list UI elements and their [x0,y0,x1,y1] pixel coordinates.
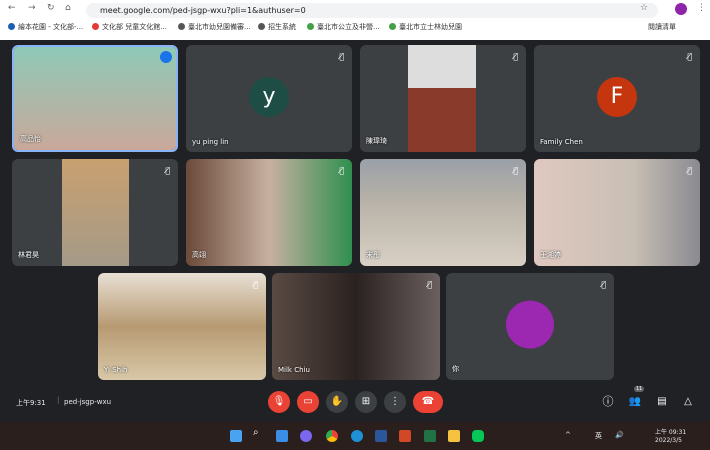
mic-off-icon: 🎙̸ [253,280,258,289]
search-icon[interactable]: ⌕ [253,427,265,439]
edge-icon[interactable] [351,430,363,442]
task-view-icon[interactable] [276,430,288,442]
camera-toggle-button[interactable]: ▭ [297,391,319,413]
word-icon[interactable] [375,430,387,442]
mic-off-icon: 🎙̸ [513,166,518,175]
bookmark-item[interactable]: 繪本花園 - 文化部-... [8,22,83,32]
reload-icon[interactable]: ↻ [47,3,55,13]
more-options-button[interactable]: ⋮ [384,391,406,413]
mic-off-icon: 🎙̸ [513,52,518,61]
teams-chat-icon[interactable] [300,430,312,442]
ime-indicator[interactable]: 英 [595,431,602,441]
mic-off-icon: 🎙̸ [427,280,432,289]
participant-count: 11 [634,386,645,392]
participant-tile[interactable]: 🎙̸ 宋彤 [360,159,526,266]
volume-icon[interactable]: 🔊 [615,431,624,439]
menu-icon[interactable]: ⋮ [697,3,706,13]
participant-tile[interactable]: F 🎙̸ Family Chen [534,45,700,152]
participant-tile[interactable]: 🎙̸ 陳瑋琦 [360,45,526,152]
taskbar: ⌕ ^ 英 🔊 上午 09:31 2022/3/5 [0,422,710,450]
clock-date[interactable]: 2022/3/5 [655,437,682,444]
speaking-icon [160,51,172,63]
bookmark-item[interactable]: 文化部 兒童文化館... [92,22,167,32]
file-explorer-icon[interactable] [448,430,460,442]
powerpoint-icon[interactable] [399,430,411,442]
meeting-time: 上午9:31 [16,399,46,407]
bookmark-star-icon[interactable]: ☆ [640,3,648,13]
mic-off-icon: 🎙̸ [687,52,692,61]
meeting-code: ped-jsgp-wxu [64,398,112,406]
mic-off-icon: 🎙̸ [165,166,170,175]
address-bar[interactable]: meet.google.com/ped-jsgp-wxu?pli=1&authu… [86,3,658,18]
bookmark-item[interactable]: 招生系統 [258,22,296,32]
forward-icon[interactable]: → [28,3,36,13]
avatar [506,300,554,349]
back-icon[interactable]: ← [8,3,16,13]
mic-off-icon: 🎙̸ [687,166,692,175]
profile-avatar[interactable] [675,3,687,15]
participant-tile[interactable]: 🎙̸ 高翊 [186,159,352,266]
excel-icon[interactable] [424,430,436,442]
reading-list[interactable]: 閱讀清單 [648,22,676,32]
home-icon[interactable]: ⌂ [65,3,71,13]
participant-tile[interactable]: 🎙̸ Yi Shih [98,273,266,380]
chat-icon[interactable]: ▤ [651,391,673,413]
tray-chevron-icon[interactable]: ^ [565,431,571,439]
mic-off-icon: 🎙̸ [339,166,344,175]
mic-off-icon: 🎙̸ [339,52,344,61]
mic-toggle-button[interactable]: 🎙 [268,391,290,413]
avatar: y [249,76,289,117]
line-icon[interactable] [472,430,484,442]
browser-chrome: ← → ↻ ⌂ meet.google.com/ped-jsgp-wxu?pli… [0,0,710,40]
self-tile[interactable]: 🎙̸ 你 [446,273,614,380]
participant-tile[interactable]: y 🎙̸ yu ping lin [186,45,352,152]
participant-tile[interactable]: 🎙̸ 林君昊 [12,159,178,266]
mic-off-icon: 🎙̸ [601,280,606,289]
people-icon[interactable]: 👥 [624,391,646,413]
end-call-button[interactable]: ☎ [413,391,443,413]
raise-hand-button[interactable]: ✋ [326,391,348,413]
clock-time[interactable]: 上午 09:31 [655,427,686,436]
avatar: F [597,76,637,117]
chrome-icon[interactable] [326,430,338,442]
bookmark-item[interactable]: 臺北市幼兒園備審... [178,22,251,32]
start-icon[interactable] [230,430,242,442]
info-icon[interactable]: ⓘ [597,391,619,413]
participant-tile[interactable]: 高品怡 [12,45,178,152]
bookmark-item[interactable]: 臺北市公立及非營... [307,22,380,32]
meet-grid: 高品怡 y 🎙̸ yu ping lin 🎙̸ 陳瑋琦 F 🎙̸ Family … [0,40,710,422]
present-button[interactable]: ⊞ [355,391,377,413]
participant-tile[interactable]: 🎙̸ 王湘婷 [534,159,700,266]
participant-tile[interactable]: 🎙̸ Milk Chiu [272,273,440,380]
activities-icon[interactable]: △ [677,391,699,413]
bookmark-item[interactable]: 臺北市立士林幼兒園 [389,22,462,32]
